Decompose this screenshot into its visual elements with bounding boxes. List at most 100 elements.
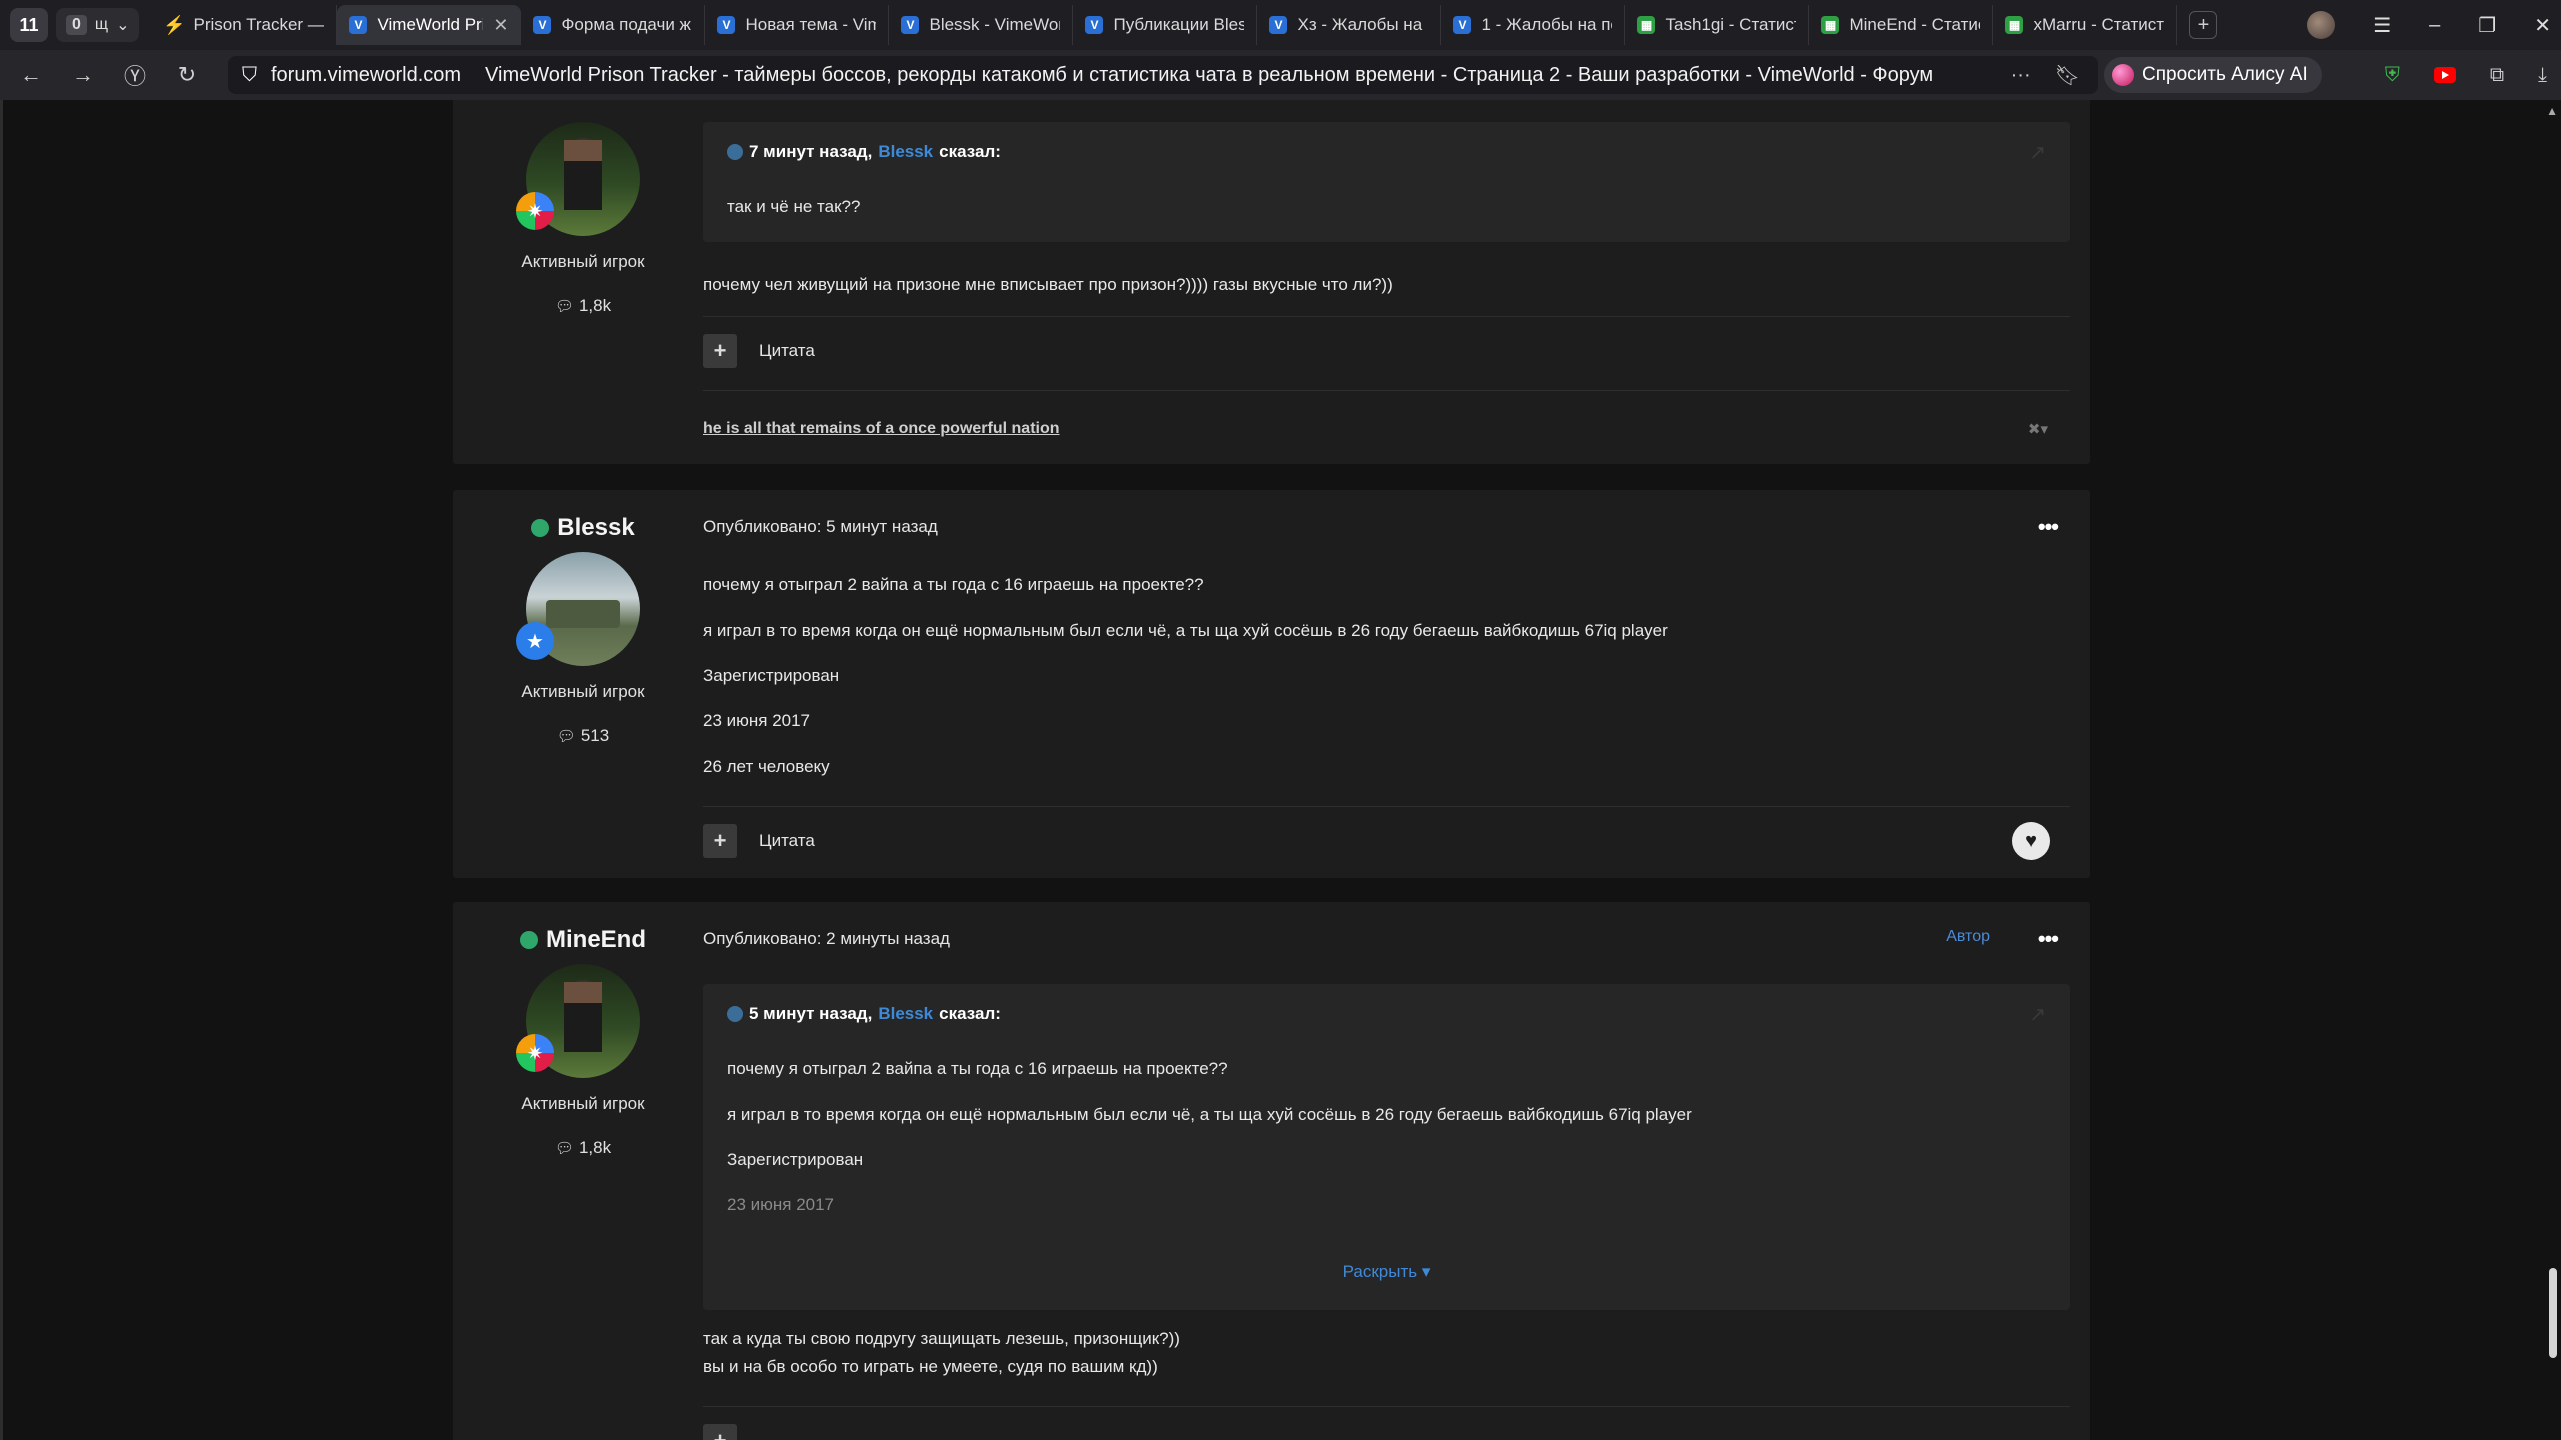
close-icon[interactable]: ✕	[493, 15, 508, 36]
cite-button[interactable]: Цитата	[759, 831, 815, 851]
quote-user-link[interactable]: Blessk	[878, 1004, 933, 1024]
signature-toggle-icon[interactable]: ✖▾	[2028, 420, 2048, 438]
post-count[interactable]: 💬︎ 1,8k	[453, 1138, 713, 1158]
new-tab-button[interactable]: +	[2189, 11, 2218, 39]
quote-line: я играл в то время когда он ещё нормальн…	[727, 1105, 1692, 1124]
url-field[interactable]: ⛉ forum.vimeworld.com VimeWorld Prison T…	[228, 56, 2098, 94]
online-status-icon	[531, 519, 550, 537]
menu-icon[interactable]: ☰	[2373, 13, 2391, 38]
minimize-icon[interactable]: –	[2429, 14, 2440, 37]
avatar[interactable]: ✷	[516, 122, 640, 236]
tab-label: Форма подачи ж	[561, 15, 691, 34]
comment-icon: 💬︎	[556, 728, 576, 745]
profile-avatar[interactable]	[2307, 11, 2336, 39]
quote-actions: + Цитата	[703, 824, 815, 858]
expand-button[interactable]: Раскрыть ▾	[703, 1262, 2070, 1282]
quote-icon	[727, 1006, 743, 1022]
url-page-title: VimeWorld Prison Tracker - таймеры боссо…	[485, 63, 1934, 86]
tab-publications[interactable]: V Публикации Bles	[1073, 5, 1258, 45]
shield-extension-icon[interactable]: ⛨	[2385, 64, 2400, 87]
avatar-image	[546, 600, 620, 628]
avatar[interactable]: ★	[516, 552, 640, 666]
yandex-icon[interactable]: Ⓨ	[112, 55, 158, 95]
avatar[interactable]: ✷	[516, 964, 640, 1078]
window-close-icon[interactable]: ✕	[2534, 13, 2551, 38]
divider	[703, 1406, 2070, 1407]
tab-new-topic[interactable]: V Новая тема - Vim	[705, 5, 890, 45]
tab-count-button[interactable]: 11	[10, 8, 48, 42]
restore-icon[interactable]: ❐	[2478, 13, 2496, 38]
post-line: я играл в то время когда он ещё нормальн…	[703, 621, 1668, 640]
forum-post: MineEnd ✷ Активный игрок 💬︎ 1,8k Опублик…	[453, 902, 2090, 1440]
expand-label: Раскрыть	[1342, 1262, 1418, 1281]
site-security-icon[interactable]: ⛉	[242, 64, 257, 87]
ask-alice-button[interactable]: Спросить Алису AI	[2104, 57, 2322, 93]
online-status-icon	[520, 931, 538, 949]
reload-icon[interactable]: ↻	[164, 55, 210, 95]
chevron-down-icon: ⌄	[116, 17, 130, 34]
vimeworld-icon: V	[1085, 16, 1104, 34]
author-name[interactable]: MineEnd	[453, 926, 713, 954]
quote-block: 5 минут назад, Blessk сказал: ↗ почему я…	[703, 984, 2070, 1310]
tab-form[interactable]: V Форма подачи ж	[521, 5, 706, 45]
window-controls: ☰ – ❐ ✕	[2307, 0, 2551, 50]
vimeworld-icon: V	[717, 16, 736, 34]
vimeworld-icon: V	[901, 16, 920, 34]
divider	[703, 806, 2070, 807]
published-time[interactable]: Опубликовано: 5 минут назад	[703, 517, 938, 537]
bookmark-icon[interactable]: 🔖︎	[2055, 63, 2080, 88]
tab-stats-mineend[interactable]: ▦ MineEnd - Статис	[1809, 5, 1994, 45]
quote-line: 23 июня 2017	[727, 1195, 835, 1214]
extensions-icon[interactable]: ⧉	[2490, 64, 2504, 87]
multiquote-button[interactable]: +	[703, 824, 737, 858]
rank-badge-icon: ✷	[516, 192, 554, 230]
youtube-extension-icon[interactable]	[2433, 67, 2456, 83]
post-line: 23 июня 2017	[703, 711, 811, 730]
star-badge-icon: ★	[516, 622, 554, 660]
share-icon[interactable]: ↗	[2029, 1002, 2046, 1027]
scrollbar-thumb[interactable]	[2549, 1268, 2557, 1358]
tab-complaints-2[interactable]: V 1 - Жалобы на по	[1441, 5, 1626, 45]
tab-prison-tracker[interactable]: ⚡ Prison Tracker —	[153, 5, 338, 45]
tab-stats-tash1gi[interactable]: ▦ Tash1gi - Статист	[1625, 5, 1810, 45]
post-line: 26 лет человеку	[703, 757, 830, 776]
tab-group[interactable]: 0 щ ⌄	[56, 8, 140, 42]
cite-button[interactable]: Цитата	[759, 341, 815, 361]
quote-user-link[interactable]: Blessk	[878, 142, 933, 162]
tab-label: Новая тема - Vim	[745, 15, 877, 34]
page-scrollbar[interactable]: ▲	[2543, 100, 2561, 1440]
back-button[interactable]: ←	[8, 55, 54, 95]
url-domain: forum.vimeworld.com	[271, 63, 462, 86]
more-options-icon[interactable]: •••	[2038, 514, 2059, 540]
post-line: так а куда ты свою подругу защищать лезе…	[703, 1329, 1180, 1348]
post-author: MineEnd ✷ Активный игрок 💬︎ 1,8k	[453, 926, 713, 1158]
forward-button[interactable]: →	[60, 55, 106, 95]
heart-icon[interactable]: ♥	[2012, 822, 2050, 860]
quote-line: Зарегистрирован	[727, 1150, 864, 1169]
signature: he is all that remains of a once powerfu…	[703, 420, 1060, 437]
tab-complaints-1[interactable]: V Хз - Жалобы на п	[1257, 5, 1442, 45]
avatar-skin	[564, 982, 602, 1052]
quote-time: 7 минут назад,	[749, 142, 873, 161]
share-icon[interactable]: ↗	[2029, 140, 2046, 165]
tab-label: xMarru - Статист	[2033, 15, 2165, 34]
more-icon[interactable]: ···	[2011, 64, 2031, 87]
download-icon[interactable]: ⤓	[2538, 64, 2547, 87]
quote-block: 7 минут назад, Blessk сказал: ↗ так и чё…	[703, 122, 2070, 242]
author-name-text: Blessk	[557, 514, 635, 541]
published-time[interactable]: Опубликовано: 2 минуты назад	[703, 929, 950, 949]
avatar-skin	[564, 140, 602, 210]
stats-icon: ▦	[2005, 16, 2024, 34]
post-count[interactable]: 💬︎ 1,8k	[453, 296, 713, 316]
more-options-icon[interactable]: •••	[2038, 926, 2059, 952]
tab-vimeworld-active[interactable]: V VimeWorld Pri ✕	[337, 5, 522, 45]
quote-actions: + Цитата	[703, 334, 815, 368]
tab-stats-xmarru[interactable]: ▦ xMarru - Статист	[1993, 5, 2178, 45]
forum-page: ✷ Активный игрок 💬︎ 1,8k 7 минут назад, …	[0, 100, 2561, 1440]
scroll-up-icon[interactable]: ▲	[2546, 104, 2558, 118]
post-count[interactable]: 💬︎ 513	[453, 726, 713, 746]
tab-blessk[interactable]: V Blessk - VimeWor	[889, 5, 1074, 45]
multiquote-button[interactable]: +	[703, 334, 737, 368]
multiquote-button[interactable]: +	[703, 1424, 737, 1440]
author-name[interactable]: Blessk	[453, 514, 713, 542]
